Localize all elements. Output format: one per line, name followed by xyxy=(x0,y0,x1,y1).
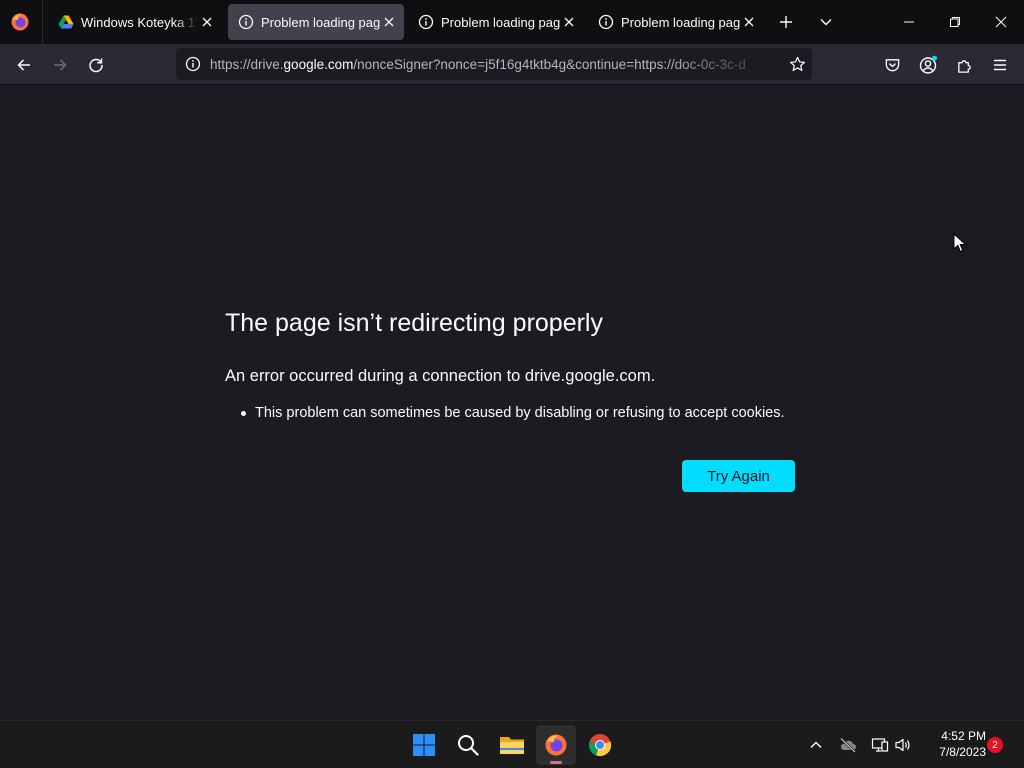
active-app-indicator xyxy=(550,761,562,764)
mouse-cursor-icon xyxy=(953,232,967,258)
notification-badge[interactable]: 2 xyxy=(987,737,1003,753)
new-tab-button[interactable] xyxy=(776,12,796,32)
try-again-button[interactable]: Try Again xyxy=(682,460,795,492)
url-text[interactable]: https://drive.google.com/nonceSigner?non… xyxy=(210,57,778,72)
tab-problem-loading-1[interactable]: Problem loading page xyxy=(228,4,404,40)
forward-arrow-icon[interactable] xyxy=(47,52,73,78)
url-bar[interactable]: https://drive.google.com/nonceSigner?non… xyxy=(176,48,812,80)
minimize-icon[interactable] xyxy=(886,0,932,44)
restore-icon[interactable] xyxy=(932,0,978,44)
close-tab-icon[interactable] xyxy=(198,13,216,31)
back-arrow-icon[interactable] xyxy=(11,52,37,78)
bullet-icon xyxy=(241,410,246,416)
close-tab-icon[interactable] xyxy=(380,13,398,31)
firefox-icon[interactable] xyxy=(536,725,576,765)
tab-problem-loading-3[interactable]: Problem loading page xyxy=(588,4,764,40)
windows-start-icon[interactable] xyxy=(404,725,444,765)
close-tab-icon[interactable] xyxy=(740,13,758,31)
info-icon xyxy=(598,14,614,30)
show-hidden-icons-chevron-up-icon[interactable] xyxy=(806,735,826,755)
close-window-icon[interactable] xyxy=(978,0,1024,44)
list-all-tabs-chevron-down-icon[interactable] xyxy=(816,12,836,32)
error-list-item: This problem can sometimes be caused by … xyxy=(241,405,785,421)
url-host: google.com xyxy=(283,56,354,72)
extensions-icon[interactable] xyxy=(951,52,977,78)
onedrive-offline-icon[interactable] xyxy=(838,735,858,755)
navigation-toolbar: https://drive.google.com/nonceSigner?non… xyxy=(0,44,1024,85)
tab-strip: Windows Koteyka 11 (K Problem loading pa… xyxy=(0,0,1024,44)
url-prefix: https://drive. xyxy=(210,56,284,72)
tab-label: Problem loading page xyxy=(621,14,740,30)
pocket-icon[interactable] xyxy=(879,52,905,78)
error-page: The page isn’t redirecting properly An e… xyxy=(0,85,1024,720)
error-short-description: An error occurred during a connection to… xyxy=(225,367,656,385)
bookmark-star-icon[interactable] xyxy=(784,51,810,77)
info-icon xyxy=(238,14,254,30)
error-list-item-text: This problem can sometimes be caused by … xyxy=(255,405,785,421)
tab-label: Windows Koteyka 11 (K xyxy=(81,14,198,30)
tab-problem-loading-2[interactable]: Problem loading page xyxy=(408,4,584,40)
tab-separator xyxy=(42,0,43,44)
tab-label: Problem loading page xyxy=(441,14,560,30)
chrome-icon[interactable] xyxy=(580,725,620,765)
site-info-icon[interactable] xyxy=(178,48,208,80)
info-icon xyxy=(418,14,434,30)
taskbar: 4:52 PM 7/8/2023 2 xyxy=(0,720,1024,768)
account-icon[interactable] xyxy=(915,52,941,78)
menu-hamburger-icon[interactable] xyxy=(987,52,1013,78)
clock[interactable]: 4:52 PM 7/8/2023 xyxy=(918,728,986,760)
error-title: The page isn’t redirecting properly xyxy=(225,309,603,337)
volume-icon[interactable] xyxy=(893,735,913,755)
reload-icon[interactable] xyxy=(83,52,109,78)
file-explorer-icon[interactable] xyxy=(492,725,532,765)
tab-windows-koteyka[interactable]: Windows Koteyka 11 (K xyxy=(48,4,222,40)
google-drive-icon xyxy=(58,14,74,30)
close-tab-icon[interactable] xyxy=(560,13,578,31)
network-icon[interactable] xyxy=(870,735,890,755)
clock-time: 4:52 PM xyxy=(941,729,986,743)
firefox-view-icon[interactable] xyxy=(10,12,30,32)
search-icon[interactable] xyxy=(448,725,488,765)
clock-date: 7/8/2023 xyxy=(939,745,986,759)
tab-label: Problem loading page xyxy=(261,14,380,30)
url-suffix: /nonceSigner?nonce=j5f16g4tktb4g&continu… xyxy=(353,56,746,72)
